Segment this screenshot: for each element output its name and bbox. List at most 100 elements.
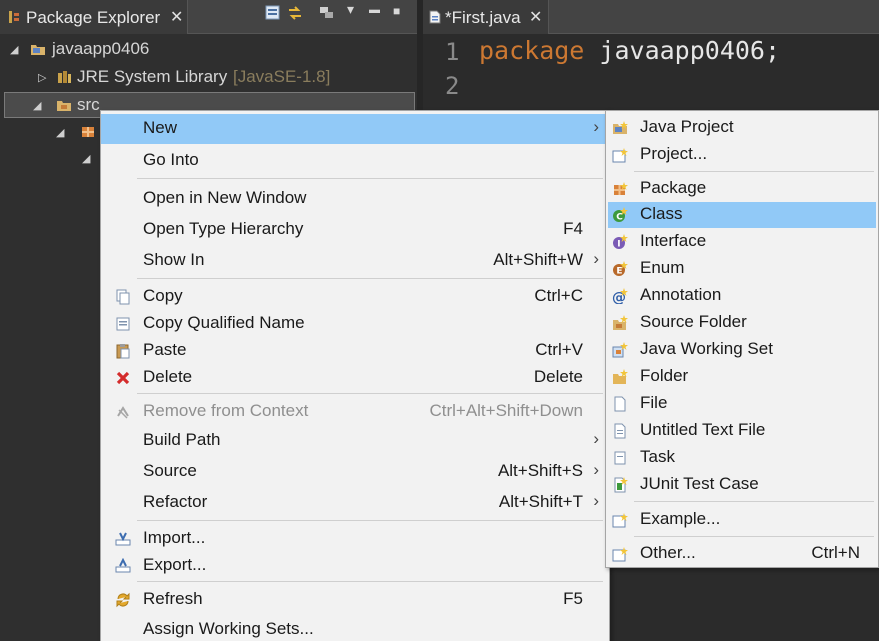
submenu-item-project[interactable]: Project... bbox=[608, 142, 876, 168]
submenu-item-label: JUnit Test Case bbox=[640, 474, 759, 493]
submenu-item-task[interactable]: Task bbox=[608, 445, 876, 471]
collapsed-arrow-icon[interactable]: ▷ bbox=[38, 71, 46, 84]
menu-item-shortcut: Alt+Shift+T bbox=[498, 492, 583, 511]
menu-item-copy[interactable]: Copy Ctrl+C bbox=[101, 282, 609, 312]
submenu-item-example[interactable]: Example... bbox=[608, 507, 876, 533]
menu-item-copy-qualified-name[interactable]: Copy Qualified Name bbox=[101, 309, 609, 339]
menu-item-open-in-new-window[interactable]: Open in New Window bbox=[101, 184, 609, 214]
submenu-arrow-icon: › bbox=[593, 249, 599, 268]
submenu-item-label: Java Project bbox=[640, 117, 734, 136]
menu-item-refresh[interactable]: Refresh F5 bbox=[101, 585, 609, 615]
submenu-item-untitled-text-file[interactable]: Untitled Text File bbox=[608, 418, 876, 444]
menu-item-shortcut: Alt+Shift+W bbox=[493, 250, 583, 269]
menu-item-new[interactable]: New › bbox=[101, 114, 609, 144]
menu-separator bbox=[137, 393, 603, 394]
code-line-1[interactable]: package javaapp0406; bbox=[479, 36, 780, 65]
submenu-item-other[interactable]: Other... Ctrl+N bbox=[608, 541, 876, 567]
submenu-arrow-icon: › bbox=[593, 429, 599, 448]
menu-item-shortcut: Alt+Shift+S bbox=[497, 461, 583, 480]
menu-item-label: Delete bbox=[143, 367, 193, 386]
new-class-icon: C bbox=[613, 207, 628, 223]
maximize-icon[interactable]: ■ bbox=[393, 4, 400, 18]
editor-tabbar: *First.java ✕ bbox=[423, 0, 879, 34]
submenu-item-label: Interface bbox=[640, 231, 707, 250]
expanded-arrow-icon[interactable]: ◢ bbox=[10, 43, 18, 56]
new-task-icon bbox=[614, 451, 626, 465]
package-explorer-tabbar: Package Explorer ✕ ▾ ▬ ■ bbox=[0, 0, 417, 34]
submenu-item-folder[interactable]: Folder bbox=[608, 364, 876, 390]
menu-item-delete[interactable]: Delete Delete bbox=[101, 363, 609, 393]
copy-qualified-name-icon bbox=[116, 317, 130, 331]
menu-item-label: Import... bbox=[143, 528, 206, 547]
context-menu: New › Go Into Open in New Window Open Ty… bbox=[100, 110, 610, 641]
editor-tab-title: *First.java bbox=[445, 8, 521, 27]
menu-item-label: Source bbox=[143, 461, 197, 480]
src-label: src bbox=[77, 95, 100, 114]
menu-item-show-in[interactable]: Show In Alt+Shift+W › bbox=[101, 246, 609, 276]
refresh-icon bbox=[116, 592, 130, 608]
line-number: 2 bbox=[445, 72, 460, 100]
link-with-editor-icon[interactable] bbox=[286, 4, 304, 22]
submenu-item-package[interactable]: Package bbox=[608, 176, 876, 202]
menu-item-source[interactable]: Source Alt+Shift+S › bbox=[101, 457, 609, 487]
menu-item-label: Copy Qualified Name bbox=[143, 313, 305, 332]
collapse-all-icon[interactable] bbox=[264, 4, 282, 22]
jre-label: JRE System Library bbox=[77, 67, 228, 86]
minimize-icon[interactable]: ▬ bbox=[369, 4, 380, 16]
submenu-item-class[interactable]: C Class bbox=[608, 202, 876, 228]
submenu-item-source-folder[interactable]: Source Folder bbox=[608, 310, 876, 336]
submenu-item-junit-test-case[interactable]: JUnit Test Case bbox=[608, 472, 876, 498]
tree-item-project[interactable]: ◢ javaapp0406 bbox=[0, 37, 417, 63]
svg-text:E: E bbox=[616, 267, 622, 277]
menu-item-paste[interactable]: Paste Ctrl+V bbox=[101, 336, 609, 366]
java-project-icon bbox=[613, 121, 628, 134]
menu-item-shortcut: Ctrl+C bbox=[534, 286, 583, 305]
submenu-item-label: Enum bbox=[640, 258, 685, 277]
menu-item-assign-working-sets[interactable]: Assign Working Sets... bbox=[101, 615, 609, 641]
submenu-item-java-working-set[interactable]: Java Working Set bbox=[608, 337, 876, 363]
close-tab-icon[interactable]: ✕ bbox=[170, 7, 183, 27]
menu-item-import[interactable]: Import... bbox=[101, 524, 609, 554]
submenu-item-annotation[interactable]: @ Annotation bbox=[608, 283, 876, 309]
library-icon bbox=[58, 71, 71, 83]
menu-item-label: Copy bbox=[143, 286, 183, 305]
new-interface-icon: I bbox=[613, 234, 628, 250]
submenu-item-interface[interactable]: I Interface bbox=[608, 229, 876, 255]
menu-item-build-path[interactable]: Build Path › bbox=[101, 426, 609, 456]
submenu-item-shortcut: Ctrl+N bbox=[811, 543, 860, 562]
tree-item-jre[interactable]: ▷ JRE System Library [JavaSE-1.8] bbox=[0, 65, 417, 91]
expanded-arrow-icon[interactable]: ◢ bbox=[82, 152, 90, 165]
submenu-item-file[interactable]: File bbox=[608, 391, 876, 417]
menu-item-label: Build Path bbox=[143, 430, 221, 449]
submenu-item-label: Example... bbox=[640, 509, 721, 528]
line-number: 1 bbox=[445, 38, 460, 66]
menu-item-label: Paste bbox=[143, 340, 187, 359]
submenu-item-label: Project... bbox=[640, 144, 708, 163]
close-tab-icon[interactable]: ✕ bbox=[529, 7, 542, 27]
menu-item-refactor[interactable]: Refactor Alt+Shift+T › bbox=[101, 488, 609, 518]
view-menu-icon[interactable]: ▾ bbox=[347, 1, 354, 18]
submenu-item-enum[interactable]: E Enum bbox=[608, 256, 876, 282]
project-label: javaapp0406 bbox=[52, 39, 150, 58]
menu-item-open-type-hierarchy[interactable]: Open Type Hierarchy F4 bbox=[101, 215, 609, 245]
submenu-item-label: File bbox=[640, 393, 668, 412]
submenu-item-java-project[interactable]: Java Project bbox=[608, 115, 876, 141]
menu-item-label: Open in New Window bbox=[143, 188, 307, 207]
copy-icon bbox=[116, 289, 130, 305]
new-folder-icon bbox=[613, 369, 628, 384]
expanded-arrow-icon[interactable]: ◢ bbox=[56, 126, 64, 139]
new-submenu: Java Project Project... Package C Class … bbox=[605, 110, 879, 568]
code-package-name: javaapp0406; bbox=[584, 36, 781, 65]
tree-item-package[interactable]: ◢ bbox=[56, 120, 106, 146]
submenu-arrow-icon: › bbox=[593, 491, 599, 510]
new-working-set-icon bbox=[612, 342, 628, 358]
view-filters-icon[interactable] bbox=[318, 4, 336, 22]
import-icon bbox=[115, 532, 131, 546]
menu-item-label: Refresh bbox=[143, 589, 203, 608]
tab-package-explorer[interactable]: Package Explorer ✕ bbox=[0, 0, 188, 34]
expanded-arrow-icon[interactable]: ◢ bbox=[33, 99, 41, 112]
menu-item-go-into[interactable]: Go Into bbox=[101, 146, 609, 176]
tab-first-java[interactable]: *First.java ✕ bbox=[423, 0, 549, 34]
menu-item-export[interactable]: Export... bbox=[101, 551, 609, 581]
tree-item-file[interactable]: ◢ bbox=[82, 146, 102, 172]
